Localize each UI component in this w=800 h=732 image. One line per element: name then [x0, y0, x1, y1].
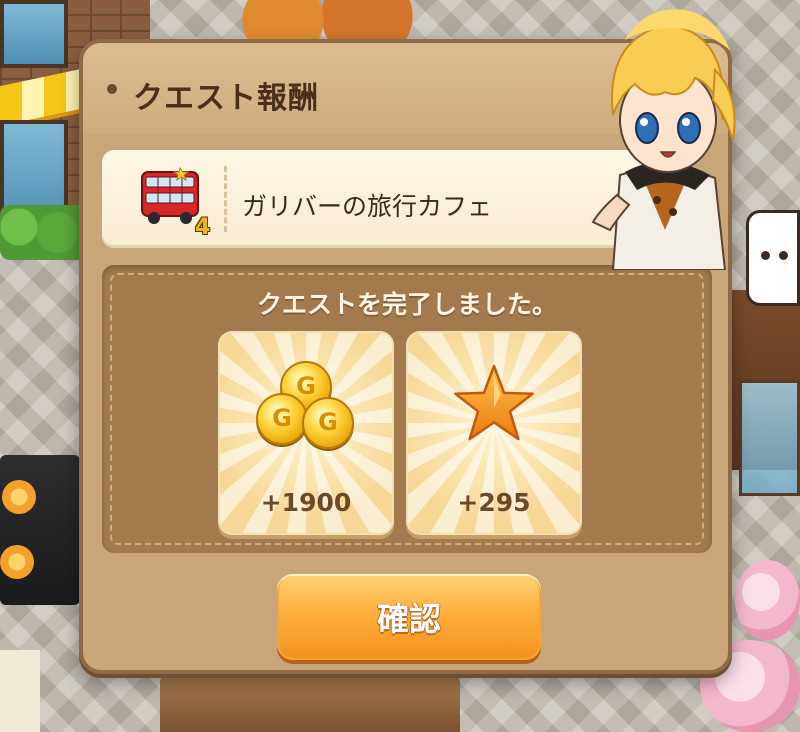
confirm-button-label: 確認 — [376, 600, 441, 638]
title-bullet-icon — [107, 84, 117, 94]
coin: G — [256, 393, 308, 445]
gold-coins-icon: G G G — [256, 361, 356, 451]
kitchen-stove — [0, 455, 80, 605]
orange-star-icon — [454, 364, 534, 441]
coin: G — [302, 397, 354, 449]
building-info-bar: 4 ガリバーの旅行カフェ — [102, 150, 642, 248]
exp-reward-card: +295 — [406, 331, 582, 535]
reward-panel: クエストを完了しました。 G G G +1900 +295 — [102, 265, 712, 553]
shop-window — [0, 0, 68, 68]
coin-reward-value: +1900 — [260, 488, 352, 517]
quest-complete-message: クエストを完了しました。 — [256, 290, 557, 319]
dialog-title: クエスト報酬 — [133, 81, 319, 116]
flower-decoration — [0, 545, 34, 579]
cherry-blossom-tree — [735, 560, 800, 640]
cafe-table-row — [160, 676, 460, 732]
flower-decoration — [2, 480, 36, 514]
coin-reward-card: G G G +1900 — [218, 331, 394, 535]
confirm-button[interactable]: 確認 — [277, 574, 541, 660]
exp-reward-value: +295 — [457, 488, 531, 517]
guide-character-avatar — [591, 9, 736, 270]
building-level-badge: 4 — [195, 215, 211, 240]
divider — [224, 166, 227, 232]
glass-display-case — [739, 380, 800, 496]
autumn-tree — [220, 0, 430, 40]
building-name: ガリバーの旅行カフェ — [242, 192, 493, 221]
planter-box — [0, 650, 40, 732]
